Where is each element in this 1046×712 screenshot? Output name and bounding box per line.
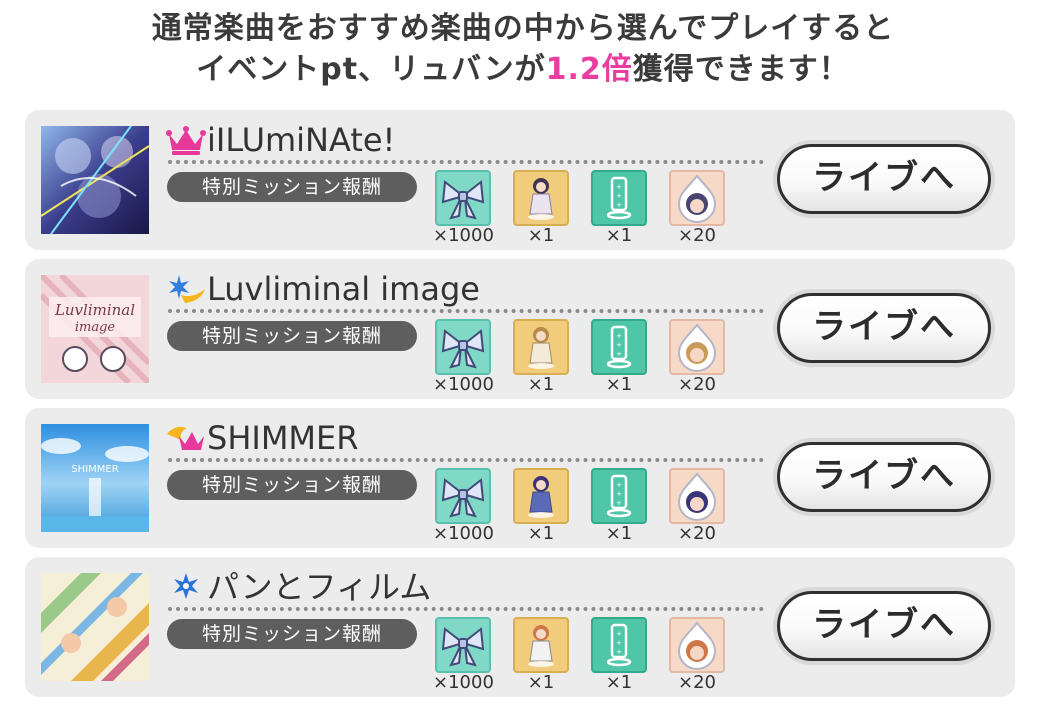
song-title: Luvliminal image (207, 270, 480, 308)
yellow-wing-crown-icon (167, 426, 204, 450)
idol-piece-icon[interactable] (669, 617, 725, 673)
event-bonus-message: 通常楽曲をおすすめ楽曲の中から選んでプレイすると イベントpt、リュバンが1.2… (0, 8, 1046, 90)
ribbon-icon[interactable] (435, 319, 491, 375)
reward-count: ×1 (605, 672, 633, 693)
svg-text:+: + (616, 490, 622, 498)
svg-text:+: + (616, 481, 622, 489)
reward-count: ×20 (678, 672, 716, 693)
divider (168, 309, 764, 313)
song-title: パンとフィルム (207, 568, 432, 606)
special-mission-reward-label: 特別ミッション報酬 (167, 321, 417, 351)
svg-text:+: + (616, 201, 622, 209)
reward-count: ×1 (527, 672, 555, 693)
idol-piece-icon[interactable] (669, 468, 725, 524)
acrylic-stand-icon[interactable] (513, 170, 569, 226)
message-line-2-prefix: イベントpt、リュバンが (196, 52, 546, 87)
stand-base-icon[interactable]: + + + (591, 319, 647, 375)
svg-text:+: + (616, 648, 622, 656)
divider (168, 458, 764, 462)
song-jacket-1 (41, 126, 149, 234)
svg-text:+: + (616, 183, 622, 191)
reward-count: ×1000 (433, 523, 494, 544)
song-card-4: パンとフィルム 特別ミッション報酬 ×1000 ×1 + + + ×1 ×20 ライ… (25, 557, 1015, 697)
stand-base-icon[interactable]: + + + (591, 468, 647, 524)
reward-count: ×1 (605, 374, 633, 395)
reward-count: ×1 (605, 225, 633, 246)
reward-count: ×1 (605, 523, 633, 544)
live-button[interactable]: ライブへ (777, 442, 991, 512)
idol-piece-icon[interactable] (669, 170, 725, 226)
reward-count: ×1 (527, 374, 555, 395)
song-card-2: Luvliminal image Luvliminal image 特別ミッショ… (25, 259, 1015, 399)
stand-base-icon[interactable]: + + + (591, 617, 647, 673)
special-mission-reward-label: 特別ミッション報酬 (167, 172, 417, 202)
pink-crown-icon (166, 126, 206, 155)
song-jacket-3: SHIMMER (41, 424, 149, 532)
reward-count: ×1000 (433, 374, 494, 395)
bonus-multiplier: 1.2倍 (545, 52, 633, 87)
live-button[interactable]: ライブへ (777, 591, 991, 661)
blue-star-wing-icon (169, 275, 205, 303)
song-title: SHIMMER (207, 419, 359, 457)
divider (168, 607, 764, 611)
song-jacket-2: Luvliminal image (41, 275, 149, 383)
stand-base-icon[interactable]: + + + (591, 170, 647, 226)
song-title: iILUmiNAte! (207, 121, 396, 159)
song-card-3: SHIMMER SHIMMER 特別ミッション報酬 ×1000 ×1 + + + ×… (25, 408, 1015, 548)
ribbon-icon[interactable] (435, 617, 491, 673)
message-line-2: イベントpt、リュバンが1.2倍獲得できます！ (0, 49, 1046, 90)
svg-text:+: + (616, 639, 622, 647)
svg-text:+: + (616, 332, 622, 340)
blue-snowflake-icon (174, 573, 198, 599)
special-mission-reward-label: 特別ミッション報酬 (167, 619, 417, 649)
svg-text:+: + (616, 341, 622, 349)
svg-text:+: + (616, 630, 622, 638)
acrylic-stand-icon[interactable] (513, 319, 569, 375)
song-jacket-4 (41, 573, 149, 681)
svg-text:SHIMMER: SHIMMER (71, 464, 118, 475)
svg-text:+: + (616, 499, 622, 507)
live-button[interactable]: ライブへ (777, 293, 991, 363)
reward-count: ×1000 (433, 225, 494, 246)
ribbon-icon[interactable] (435, 468, 491, 524)
reward-count: ×20 (678, 225, 716, 246)
divider (168, 160, 764, 164)
song-card-1: iILUmiNAte! 特別ミッション報酬 ×1000 ×1 + + + ×1 ×2… (25, 110, 1015, 250)
acrylic-stand-icon[interactable] (513, 617, 569, 673)
reward-count: ×1 (527, 225, 555, 246)
reward-count: ×1 (527, 523, 555, 544)
reward-count: ×1000 (433, 672, 494, 693)
svg-text:image: image (75, 320, 116, 335)
svg-text:+: + (616, 192, 622, 200)
reward-count: ×20 (678, 523, 716, 544)
acrylic-stand-icon[interactable] (513, 468, 569, 524)
message-line-1: 通常楽曲をおすすめ楽曲の中から選んでプレイすると (151, 11, 895, 46)
svg-text:Luvliminal: Luvliminal (54, 301, 135, 319)
live-button[interactable]: ライブへ (777, 144, 991, 214)
ribbon-icon[interactable] (435, 170, 491, 226)
special-mission-reward-label: 特別ミッション報酬 (167, 470, 417, 500)
svg-text:+: + (616, 350, 622, 358)
idol-piece-icon[interactable] (669, 319, 725, 375)
reward-count: ×20 (678, 374, 716, 395)
message-line-2-suffix: 獲得できます！ (632, 52, 850, 87)
